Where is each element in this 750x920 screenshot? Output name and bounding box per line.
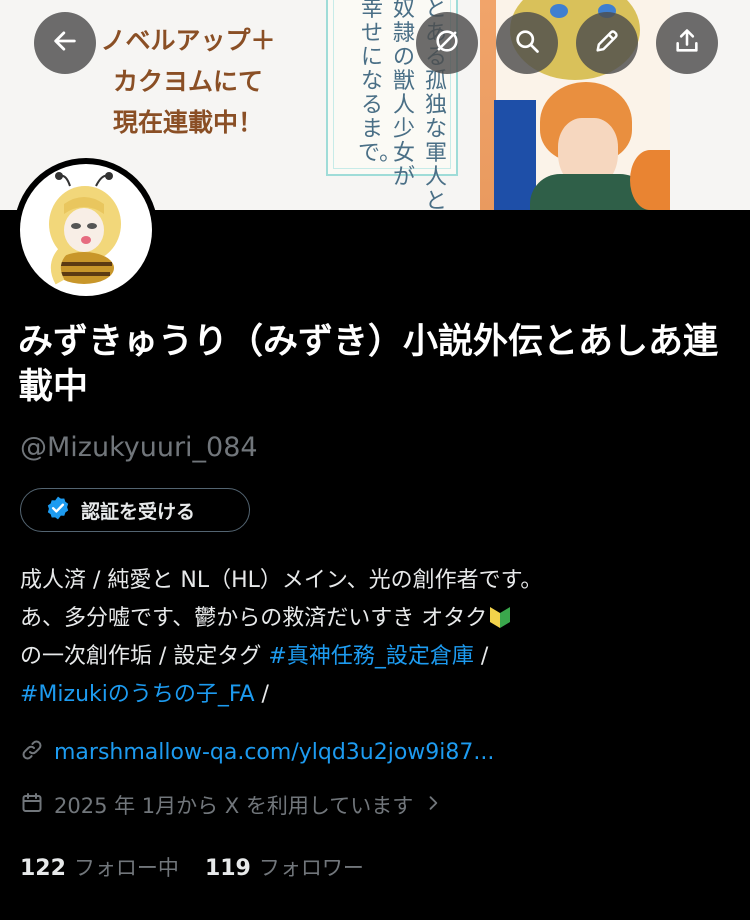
grok-icon [433, 27, 461, 59]
beginner-mark-icon [489, 603, 511, 629]
calendar-icon [20, 791, 44, 819]
username-handle: @Mizukyuuri_084 [20, 432, 258, 463]
bio-line: #Mizukiのうちの子_FA / [20, 676, 736, 714]
following-count: 122 [20, 856, 66, 881]
pencil-icon [593, 27, 621, 59]
hashtag-link[interactable]: #真神任務_設定倉庫 [268, 644, 473, 669]
banner-line: ノベルアップ＋ [100, 26, 276, 55]
verified-badge-icon [45, 495, 71, 525]
follow-stats: 122 フォロー中 119 フォロワー [20, 852, 364, 882]
back-arrow-icon [51, 27, 79, 59]
edit-button[interactable] [576, 12, 638, 74]
bio-text: / [473, 644, 489, 669]
search-icon [513, 27, 541, 59]
cover-title-column: 幸せになるまで。 [358, 0, 402, 166]
bio-text: あ、多分嘘です、鬱からの救済だいすき オタク [20, 606, 488, 631]
get-verified-label: 認証を受ける [81, 500, 196, 523]
join-date-text: 2025 年 1月から X を利用しています [54, 794, 414, 818]
following-label: フォロー中 [73, 856, 179, 880]
link-icon [20, 738, 44, 766]
profile-website[interactable]: marshmallow-qa.com/ylqd3u2jow9i87... [20, 738, 494, 766]
share-button[interactable] [656, 12, 718, 74]
avatar[interactable] [14, 158, 158, 302]
following-link[interactable]: 122 フォロー中 [20, 852, 179, 882]
website-link[interactable]: marshmallow-qa.com/ylqd3u2jow9i87... [54, 740, 494, 765]
followers-count: 119 [204, 856, 251, 881]
banner-line: カクヨムにて [112, 67, 263, 96]
profile-bio: 成人済 / 純愛と NL（HL）メイン、光の創作者です。 あ、多分嘘です、鬱から… [20, 562, 736, 714]
bio-line: の一次創作垢 / 設定タグ #真神任務_設定倉庫 / [20, 638, 736, 676]
bio-line: あ、多分嘘です、鬱からの救済だいすき オタク [20, 600, 736, 638]
join-date[interactable]: 2025 年 1月から X を利用しています [20, 790, 443, 820]
bio-line: 成人済 / 純愛と NL（HL）メイン、光の創作者です。 [20, 562, 736, 600]
bio-text: / [254, 682, 269, 707]
grok-button[interactable] [416, 12, 478, 74]
chevron-right-icon [423, 793, 443, 817]
followers-label: フォロワー [258, 856, 364, 880]
search-button[interactable] [496, 12, 558, 74]
banner-caption: ノベルアップ＋ カクヨムにて 現在連載中！ [78, 20, 298, 143]
back-button[interactable] [34, 12, 96, 74]
share-icon [673, 27, 701, 59]
hashtag-link[interactable]: #Mizukiのうちの子_FA [20, 682, 255, 707]
get-verified-button[interactable]: 認証を受ける [20, 488, 250, 532]
bio-text: の一次創作垢 / 設定タグ [20, 644, 269, 669]
display-name: みずきゅうり（みずき）小説外伝とあしあ連載中 [18, 322, 719, 407]
followers-link[interactable]: 119 フォロワー [205, 852, 364, 882]
bio-text: 成人済 / 純愛と NL（HL）メイン、光の創作者です。 [20, 568, 543, 593]
avatar-image [20, 164, 152, 296]
banner-line: 現在連載中！ [112, 108, 263, 137]
